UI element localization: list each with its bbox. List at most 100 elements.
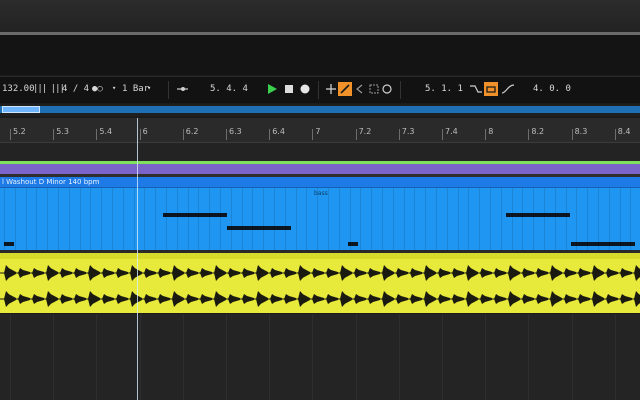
overdub-icon[interactable] <box>380 82 394 96</box>
ruler-tick <box>571 129 573 140</box>
tap-tempo-icon[interactable]: ||| ||| <box>33 84 65 94</box>
quantize-menu[interactable]: 1 Bar <box>122 84 149 94</box>
midi-grid-line <box>608 188 610 250</box>
midi-grid-line <box>392 188 394 250</box>
midi-grid-line <box>155 188 157 250</box>
loop-length-field[interactable]: 4. 0. 0 <box>533 84 571 94</box>
ruler-tick-label: 5.2 <box>13 127 26 136</box>
ruler-tick <box>96 129 98 140</box>
overview-track[interactable] <box>0 106 640 113</box>
midi-note[interactable] <box>4 242 14 246</box>
arrangement-position[interactable]: 5. 4. 4 <box>210 84 248 94</box>
curve-icon[interactable] <box>501 82 515 96</box>
midi-grid-line <box>176 188 178 250</box>
playhead[interactable] <box>137 118 138 400</box>
midi-grid-line <box>360 188 362 250</box>
midi-grid-line <box>425 188 427 250</box>
stop-icon[interactable] <box>282 82 296 96</box>
midi-grid-line <box>209 188 211 250</box>
midi-grid-line <box>284 188 286 250</box>
draw-mode-icon[interactable] <box>338 82 352 96</box>
midi-grid-line <box>338 188 340 250</box>
record-icon[interactable] <box>298 82 312 96</box>
midi-grid-line <box>598 188 599 250</box>
midi-clip-title: l Washout D Minor 140 bpm <box>2 178 100 186</box>
midi-grid-line <box>511 188 513 250</box>
waveform-baseline <box>0 272 640 274</box>
ruler-tick <box>312 129 314 140</box>
midi-note[interactable] <box>506 213 570 217</box>
loop-start-field[interactable]: 5. 1. 1 <box>425 84 463 94</box>
dropdown-icon[interactable]: ▾ <box>112 84 116 92</box>
lower-grid-line <box>614 314 616 400</box>
midi-grid-line <box>349 188 351 250</box>
midi-note[interactable] <box>227 226 291 230</box>
midi-grid-line <box>198 188 200 250</box>
ruler-tick-label: 8.3 <box>574 127 588 136</box>
separator <box>318 81 319 99</box>
quantize-dropdown-icon[interactable]: ▾ <box>147 84 151 92</box>
midi-grid-line <box>274 188 275 250</box>
lower-grid-line <box>226 314 227 400</box>
ruler-tick <box>182 129 184 140</box>
midi-grid-line <box>263 188 265 250</box>
lower-grid-line <box>139 314 141 400</box>
midi-grid-line <box>68 188 70 250</box>
ruler-tick-label: 6.2 <box>185 127 199 136</box>
ruler-tick <box>53 129 55 140</box>
midi-clip-name: bass <box>314 190 328 197</box>
overview-visible-region[interactable] <box>2 106 40 113</box>
ruler-tick <box>614 129 616 140</box>
lower-grid-line <box>53 314 55 400</box>
loop-icon[interactable] <box>484 82 498 96</box>
midi-grid-line <box>36 188 38 250</box>
ruler-tick-label: 5.4 <box>99 127 113 136</box>
midi-grid-line <box>166 188 167 250</box>
midi-grid-line <box>58 188 59 250</box>
ruler-tick <box>355 129 357 140</box>
loop-region-icon[interactable] <box>367 82 381 96</box>
midi-grid-line <box>4 188 5 250</box>
back-icon[interactable] <box>353 82 367 96</box>
add-icon[interactable] <box>324 82 338 96</box>
ruler-tick <box>139 129 141 140</box>
time-signature-field[interactable]: 4 / 4 <box>62 84 89 94</box>
midi-grid-line <box>241 188 243 250</box>
midi-grid-line <box>122 188 124 250</box>
follow-icon[interactable] <box>176 82 190 96</box>
lower-grid-line <box>312 314 314 400</box>
automation-icon[interactable] <box>469 82 483 96</box>
midi-note[interactable] <box>163 213 227 217</box>
lower-grid-line <box>355 314 357 400</box>
ruler-tick-label: 7 <box>315 127 321 136</box>
metronome-icon[interactable]: ●○ <box>92 84 103 94</box>
midi-grid-line <box>25 188 27 250</box>
play-icon[interactable] <box>265 82 279 96</box>
transport-bar: 132.00 ||| ||| 4 / 4 ●○ ▾ 1 Bar ▾ 5. 4. … <box>0 76 640 103</box>
waveform-baseline <box>0 298 640 300</box>
midi-grid-line <box>133 188 135 250</box>
midi-grid-line <box>630 188 632 250</box>
lower-grid-line <box>442 314 443 400</box>
lower-grid-line <box>10 314 11 400</box>
midi-grid-line <box>317 188 319 250</box>
midi-grid-line <box>587 188 589 250</box>
audio-waveform <box>0 265 640 307</box>
midi-grid-line <box>403 188 405 250</box>
ruler-tick-label: 8 <box>488 127 494 136</box>
midi-grid-line <box>414 188 416 250</box>
ruler-tick-label: 6.3 <box>229 127 242 136</box>
midi-grid-line <box>576 188 578 250</box>
midi-grid-line <box>554 188 556 250</box>
ruler-tick-label: 7.3 <box>401 127 415 136</box>
midi-grid-line <box>328 188 329 250</box>
midi-grid-line <box>619 188 621 250</box>
tempo-field[interactable]: 132.00 <box>2 84 35 94</box>
track-strip-purple[interactable] <box>0 164 640 174</box>
midi-grid-line <box>565 188 567 250</box>
lower-grid-line <box>398 314 400 400</box>
monitor-bezel <box>0 0 640 34</box>
midi-grid-line <box>252 188 254 250</box>
midi-note[interactable] <box>571 242 635 246</box>
midi-grid-line <box>382 188 383 250</box>
